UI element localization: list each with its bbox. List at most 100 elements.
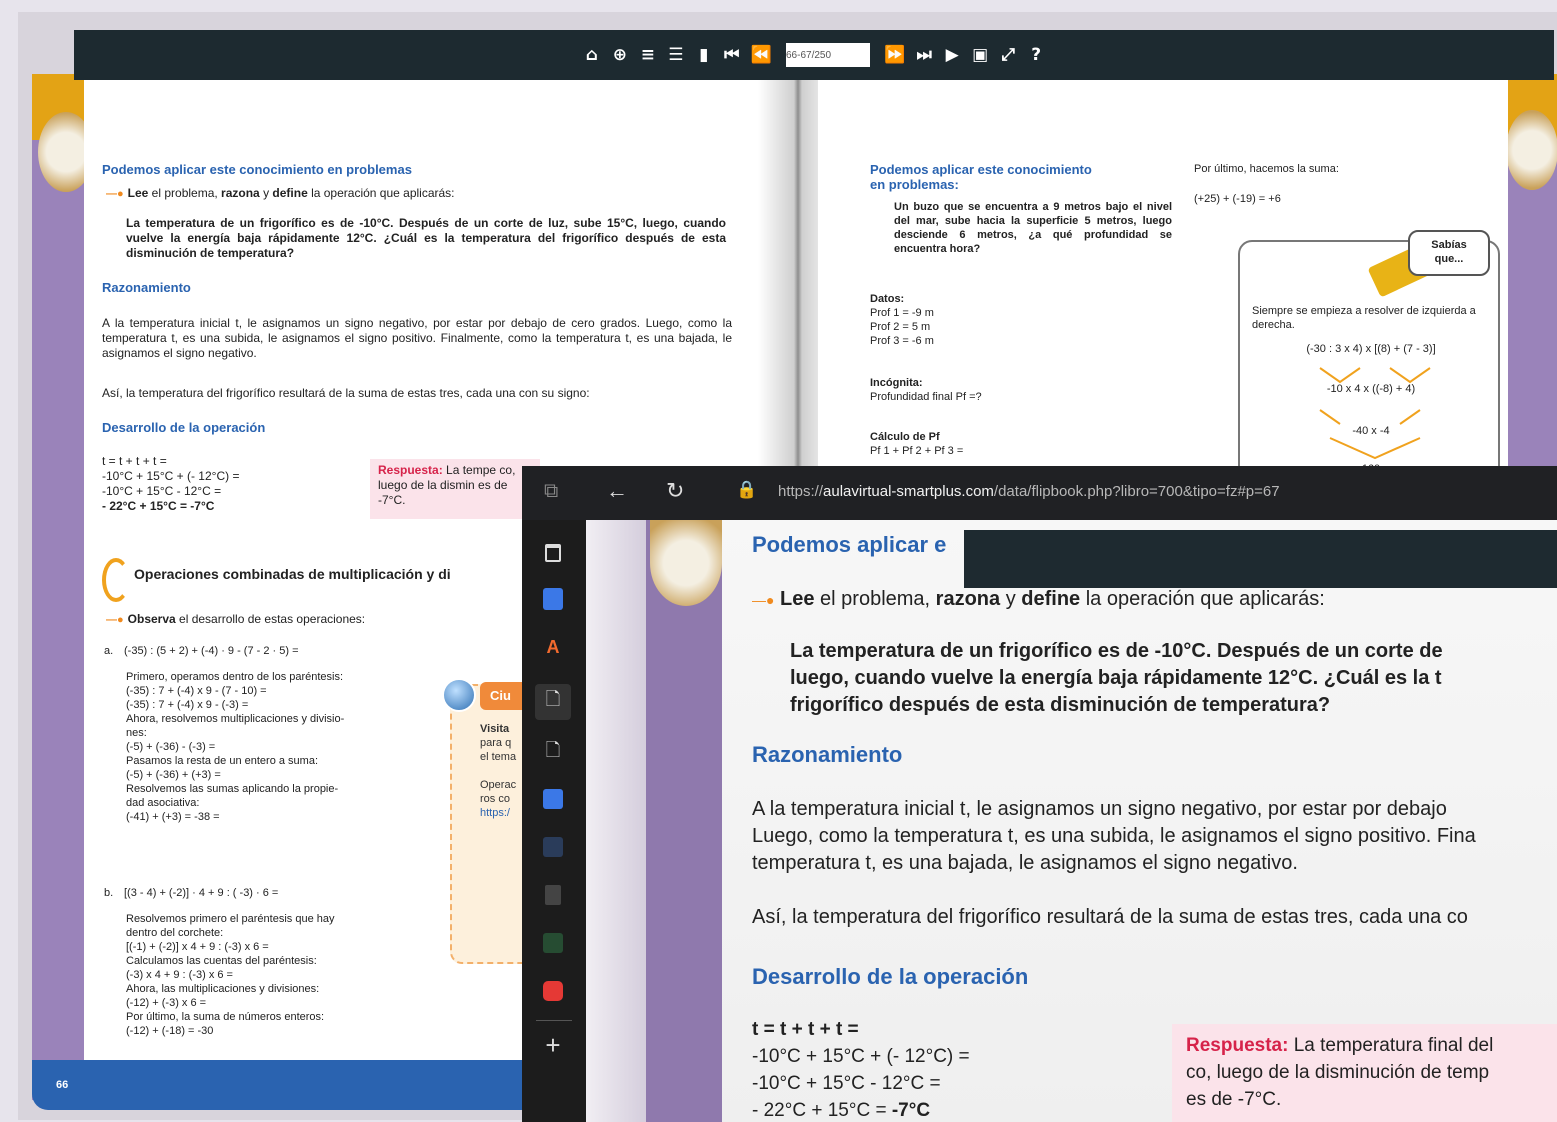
step: (-5) + (-36) - (-3) = [126,741,216,753]
page-number: 66 [56,1079,69,1091]
datos-line: Prof 2 = 5 m [870,321,931,333]
left-heading: Podemos aplicar este conocimiento en pro… [102,162,412,177]
step: Resolvemos primero el paréntesis que hay [126,913,335,925]
incognita-text: Profundidad final Pf =? [870,391,982,403]
page-icon[interactable]: 🗋 [540,740,566,766]
add-icon[interactable]: + [540,1030,566,1060]
step: dad asociativa: [126,797,200,809]
address-bar: ⧉ ← ↻ 🔒 https://aulavirtual-smartplus.co… [522,466,1557,520]
eq-line: -10°C + 15°C + (- 12°C) = [102,469,240,483]
eq-line: - 22°C + 15°C = -7°C [102,499,215,513]
datos-title: Datos: [870,293,905,305]
calc-title: Cálculo de Pf [870,431,940,443]
eq-line: -10°C + 15°C - 12°C = [752,1073,941,1094]
next-page-icon[interactable]: ⏩ [884,45,905,65]
zoom-dev-title: Desarrollo de la operación [752,964,1029,989]
sidebar-divider [536,1020,572,1021]
pdf-icon[interactable] [540,978,566,1004]
side-line: Visita [480,723,510,735]
refresh-icon[interactable]: ↻ [666,478,684,504]
step: dentro del corchete: [126,927,224,939]
right-page: Podemos aplicar este conocimiento en pro… [818,74,1508,494]
eq-line: -10°C + 15°C - 12°C = [102,484,222,498]
back-icon[interactable]: ← [606,478,628,504]
zoom-equations: t = t + t + t = -10°C + 15°C + (- 12°C) … [752,1016,970,1122]
zoom-reasoning-title: Razonamiento [752,742,903,767]
form-icon[interactable] [540,786,566,812]
step: (-41) + (+3) = -38 = [126,811,220,823]
left-sum-text: Así, la temperatura del frigorífico resu… [102,386,590,400]
last-page-icon[interactable]: ⏭ [915,45,933,65]
prev-page-icon[interactable]: ⏪ [751,45,772,65]
home-icon[interactable]: ⌂ [583,45,601,65]
left-answer-box: Respuesta: La tempe co, luego de la dism… [370,459,540,519]
step: (-35) : 7 + (-4) x 9 - (-3) = [126,699,249,711]
tabs-icon[interactable]: ⧉ [544,480,558,503]
sabias-box: Sabías que... Siempre se empieza a resol… [1238,230,1500,494]
side-box-text: Visita para q el tema Operac ros co http… [480,722,516,820]
eq-line: -10°C + 15°C + (- 12°C) = [752,1046,970,1067]
list-icon[interactable]: ☰ [667,45,685,65]
right-datos: Datos: Prof 1 = -9 m Prof 2 = 5 m Prof 3… [870,292,934,348]
reasoning-line: A la temperatura inicial t, le asignamos… [752,798,1447,820]
right-problem: Un buzo que se encuentra a 9 metros bajo… [894,201,1172,255]
datos-line: Prof 1 = -9 m [870,307,934,319]
tree-line-1: (-30 : 3 x 4) x [(8) + (7 - 3)] [1306,343,1436,355]
datos-line: Prof 3 = -6 m [870,335,934,347]
first-page-icon[interactable]: ⏮ [723,45,741,65]
acrobat-icon[interactable]: A [540,634,566,660]
browser-window: ⧉ ← ↻ 🔒 https://aulavirtual-smartplus.co… [522,466,1557,1122]
problem-line: La temperatura de un frigorífico es de -… [790,640,1443,662]
zoom-math-emblem [650,520,722,606]
left-dev-title: Desarrollo de la operación [102,420,266,435]
presentation-icon[interactable] [540,834,566,860]
step: Ahora, resolvemos multiplicaciones y div… [126,713,345,725]
side-line: ros co [480,793,510,805]
step: (-5) + (-36) + (+3) = [126,769,221,781]
calc-tree-lines [1319,367,1431,460]
ex-b-steps: Resolvemos primero el paréntesis que hay… [126,912,426,1038]
left-footer-bar: 66 [32,1060,552,1110]
zoom-reasoning-text: A la temperatura inicial t, le asignamos… [752,796,1476,877]
zoom-purple-strip [646,520,722,1122]
right-last-eq: (+25) + (-19) = +6 [1194,193,1281,205]
step: Por último, la suma de números enteros: [126,1011,325,1023]
side-link[interactable]: https:/ [480,806,516,820]
step: Calculamos las cuentas del paréntesis: [126,955,317,967]
sabias-text: Siempre se empieza a resolver de izquier… [1252,305,1476,331]
zoom-instruction: —● Lee el problema, razona y define la o… [752,588,1325,610]
zoom-sum-text: Así, la temperatura del frigorífico resu… [752,906,1468,928]
globe-icon [442,678,476,712]
notes-icon[interactable] [540,586,566,612]
document-icon[interactable]: 🗋 [535,684,571,720]
ex-a-label: a. [104,645,114,657]
single-page-icon[interactable]: ▮ [695,45,713,65]
spreadsheet-icon[interactable] [540,930,566,956]
tab-list-icon[interactable] [540,540,566,566]
ex-a-steps: Primero, operamos dentro de los paréntes… [126,670,426,824]
step: Resolvemos las sumas aplicando la propie… [126,783,339,795]
right-last-label: Por último, hacemos la suma: [1194,163,1339,175]
left-reasoning-text: A la temperatura inicial t, le asignamos… [102,316,732,360]
help-icon[interactable]: ? [1027,45,1045,65]
page-indicator-input[interactable] [786,43,870,67]
file-icon[interactable] [540,882,566,908]
right-heading: Podemos aplicar este conocimiento en pro… [870,162,1092,192]
zoom-answer-box: Respuesta: La temperatura final del co, … [1172,1024,1557,1122]
sabias-title: Sabías que... [1408,230,1490,276]
zoom-heading: Podemos aplicar e [752,532,947,557]
play-icon[interactable]: ▶ [943,45,961,65]
toc-icon[interactable]: ≡ [639,45,657,65]
fullscreen-icon[interactable]: ⤢ [999,45,1017,65]
side-line-gap [480,764,516,778]
ex-b-statement: [(3 - 4) + (-2)] · 4 + 9 : ( -3) · 6 = [124,887,279,899]
lock-icon: 🔒 [736,480,758,499]
flipbook-toolbar: ⌂ ⊕ ≡ ☰ ▮ ⏮ ⏪ ⏩ ⏭ ▶ ▣ ⤢ ? [74,30,1554,80]
eq-line: t = t + t + t = [102,454,167,468]
print-icon[interactable]: ▣ [971,45,989,65]
url-field[interactable]: https://aulavirtual-smartplus.com/data/f… [778,483,1280,500]
step: nes: [126,727,147,739]
step: [(-1) + (-2)] x 4 + 9 : (-3) x 6 = [126,941,269,953]
orange-bullet-icon: —● [752,592,775,608]
zoom-icon[interactable]: ⊕ [611,45,629,65]
